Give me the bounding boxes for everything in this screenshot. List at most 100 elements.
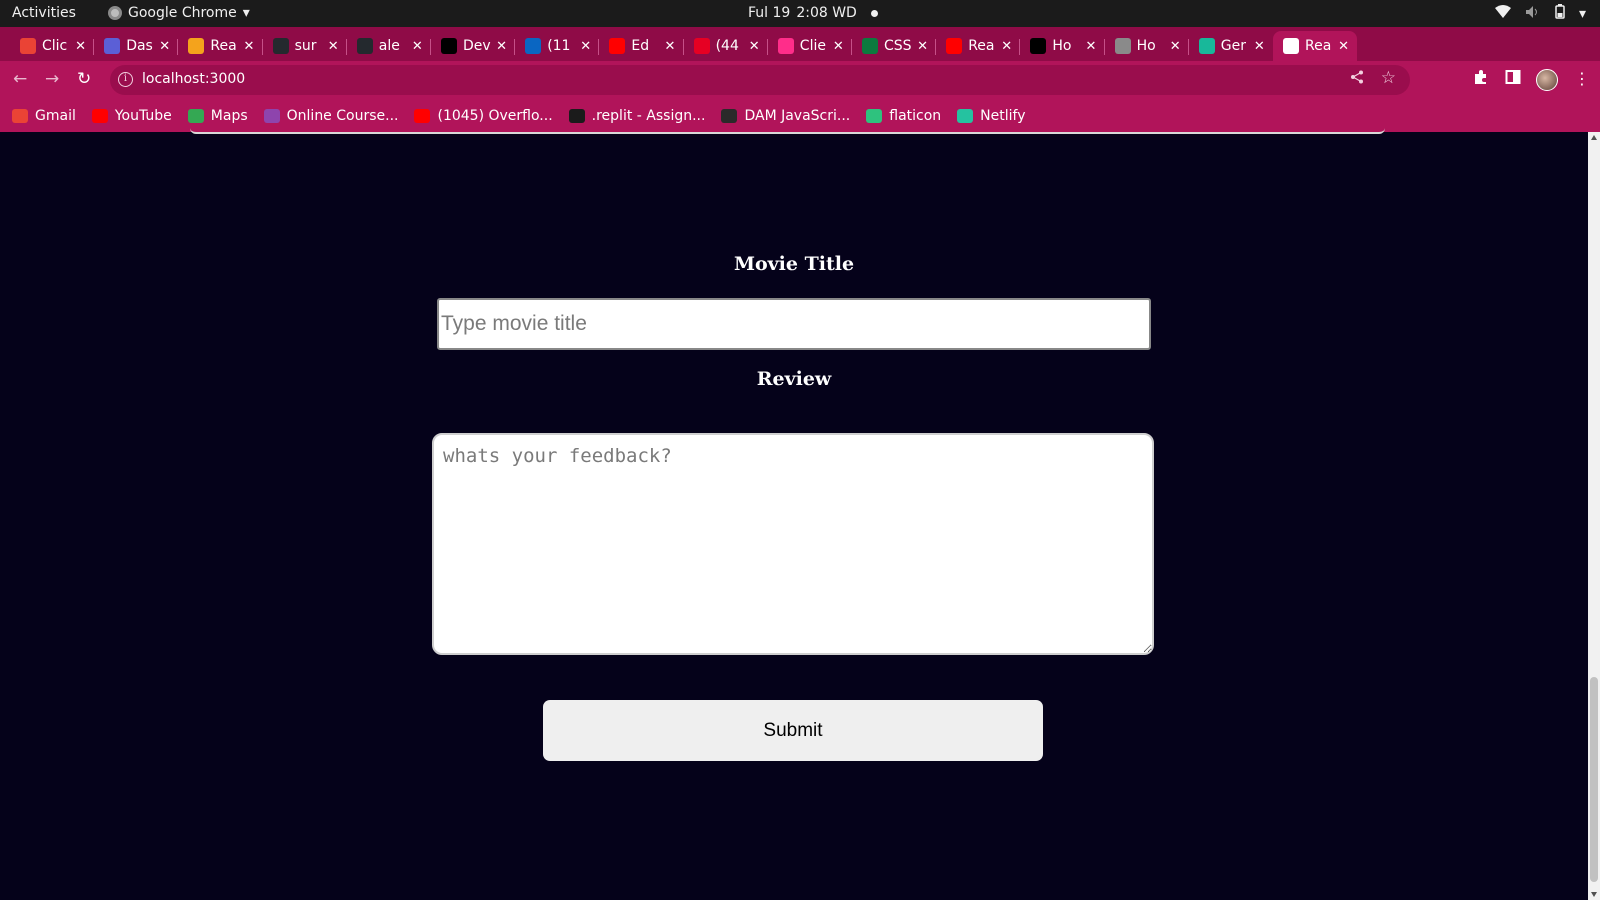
browser-tab[interactable]: Clic ✕ bbox=[10, 31, 94, 61]
bookmark-label: flaticon bbox=[889, 107, 942, 124]
tab-close-icon[interactable]: ✕ bbox=[1338, 39, 1349, 54]
browser-tab[interactable]: (44 ✕ bbox=[684, 31, 768, 61]
extensions-icon[interactable] bbox=[1473, 69, 1489, 89]
tab-close-icon[interactable]: ✕ bbox=[1170, 39, 1181, 54]
system-tray[interactable]: ▾ bbox=[1494, 4, 1586, 23]
tab-close-icon[interactable]: ✕ bbox=[1254, 39, 1265, 54]
profile-avatar[interactable] bbox=[1536, 69, 1558, 91]
tab-label: Ho bbox=[1136, 38, 1156, 54]
tab-label: (44 bbox=[715, 38, 739, 54]
tab-separator bbox=[1103, 39, 1105, 55]
tab-close-icon[interactable]: ✕ bbox=[917, 39, 928, 54]
review-textarea[interactable] bbox=[432, 433, 1154, 655]
system-menu-caret-icon: ▾ bbox=[1578, 5, 1586, 22]
bookmark-item[interactable]: Maps bbox=[187, 107, 248, 124]
tab-close-icon[interactable]: ✕ bbox=[328, 39, 339, 54]
scrollbar-thumb[interactable] bbox=[1590, 677, 1598, 882]
reload-icon[interactable]: ↻ bbox=[77, 69, 91, 89]
tab-close-icon[interactable]: ✕ bbox=[1085, 39, 1096, 54]
bookmark-item[interactable]: Gmail bbox=[12, 108, 76, 124]
menu-kebab-icon[interactable]: ⋮ bbox=[1574, 69, 1590, 88]
tab-close-icon[interactable]: ✕ bbox=[75, 39, 86, 54]
bookmark-label: Maps bbox=[210, 107, 248, 124]
app-menu[interactable]: Google Chrome ▾ bbox=[108, 5, 250, 21]
tab-label: (11 bbox=[547, 38, 571, 54]
tab-separator bbox=[93, 39, 95, 55]
site-info-icon[interactable]: i bbox=[118, 72, 133, 87]
tab-close-icon[interactable]: ✕ bbox=[664, 39, 675, 54]
browser-tab[interactable]: Dev ✕ bbox=[431, 31, 515, 61]
tab-separator bbox=[766, 39, 768, 55]
bookmark-item[interactable]: Online Course... bbox=[263, 107, 399, 124]
browser-tab[interactable]: ale ✕ bbox=[347, 31, 431, 61]
bookmark-item[interactable]: Netlify bbox=[957, 107, 1026, 124]
activities-button[interactable]: Activities bbox=[12, 5, 76, 21]
tab-close-icon[interactable]: ✕ bbox=[243, 39, 254, 54]
share-icon[interactable] bbox=[1350, 70, 1364, 88]
browser-tab[interactable]: Ho ✕ bbox=[1105, 31, 1189, 61]
scroll-up-icon[interactable] bbox=[1591, 135, 1597, 140]
browser-tab[interactable]: CSS ✕ bbox=[852, 31, 936, 61]
tab-label: Rea bbox=[968, 38, 995, 54]
tab-separator bbox=[1187, 39, 1189, 55]
tab-favicon-icon bbox=[188, 38, 205, 54]
bookmark-star-icon[interactable]: ☆ bbox=[1381, 68, 1396, 88]
previous-section-edge bbox=[190, 128, 1385, 134]
date-text: Ful 19 bbox=[748, 5, 791, 21]
url-text[interactable]: localhost:3000 bbox=[142, 71, 245, 87]
browser-tab[interactable]: Ed ✕ bbox=[599, 31, 683, 61]
tab-separator bbox=[430, 39, 431, 55]
browser-tab[interactable]: Ho ✕ bbox=[1020, 31, 1104, 61]
tab-favicon-icon bbox=[1114, 38, 1131, 54]
browser-tab[interactable]: (11 ✕ bbox=[515, 31, 599, 61]
tab-close-icon[interactable]: ✕ bbox=[412, 39, 423, 54]
bookmark-item[interactable]: DAM JavaScri... bbox=[721, 108, 850, 124]
chrome-icon bbox=[108, 6, 122, 20]
scroll-down-icon[interactable] bbox=[1591, 892, 1597, 897]
bookmark-label: (1045) Overflo... bbox=[437, 107, 553, 124]
tab-separator bbox=[682, 39, 684, 55]
tab-favicon-icon bbox=[1030, 38, 1047, 54]
browser-tab[interactable]: Rea ✕ bbox=[178, 31, 262, 61]
browser-tab[interactable]: sur ✕ bbox=[263, 31, 347, 61]
forward-icon[interactable]: → bbox=[45, 69, 59, 89]
tab-favicon-icon bbox=[609, 38, 626, 54]
bookmark-favicon-icon bbox=[263, 108, 280, 123]
tab-close-icon[interactable]: ✕ bbox=[580, 39, 591, 54]
tab-label: Clie bbox=[799, 38, 826, 54]
submit-button[interactable]: Submit bbox=[543, 700, 1043, 761]
tab-label: Ed bbox=[631, 38, 650, 54]
address-bar[interactable]: i localhost:3000 ☆ bbox=[110, 65, 1410, 95]
browser-tab[interactable]: Rea ✕ bbox=[936, 31, 1020, 61]
bookmark-item[interactable]: YouTube bbox=[91, 108, 172, 124]
browser-tab[interactable]: Rea ✕ bbox=[1273, 31, 1357, 61]
browser-tab[interactable]: Ger ✕ bbox=[1189, 31, 1273, 61]
tab-favicon-icon bbox=[1198, 38, 1215, 54]
tab-label: Ger bbox=[1220, 38, 1247, 54]
tab-favicon-icon bbox=[104, 38, 121, 54]
tab-close-icon[interactable]: ✕ bbox=[1001, 39, 1012, 54]
page-scrollbar[interactable] bbox=[1588, 132, 1600, 900]
browser-tab[interactable]: Clie ✕ bbox=[768, 31, 852, 61]
bookmark-item[interactable]: .replit - Assign... bbox=[568, 108, 705, 124]
back-icon[interactable]: ← bbox=[13, 69, 27, 89]
tab-close-icon[interactable]: ✕ bbox=[496, 39, 507, 54]
tab-close-icon[interactable]: ✕ bbox=[749, 39, 760, 54]
clock[interactable]: Ful 19 2:08 WD bbox=[748, 5, 878, 21]
bookmark-label: Online Course... bbox=[286, 107, 399, 124]
bookmark-item[interactable]: (1045) Overflo... bbox=[414, 107, 553, 124]
browser-tab[interactable]: Das ✕ bbox=[94, 31, 178, 61]
side-panel-icon[interactable] bbox=[1505, 69, 1521, 89]
tab-favicon-icon bbox=[1283, 38, 1299, 54]
tab-separator bbox=[177, 39, 179, 55]
tab-favicon-icon bbox=[441, 38, 457, 54]
tab-label: CSS bbox=[884, 38, 912, 54]
bookmark-item[interactable]: flaticon bbox=[866, 108, 941, 124]
tab-strip: Clic ✕ Das ✕ Rea ✕ sur ✕ ale ✕ Dev ✕ (11 ✕ Ed ✕ (44 ✕ Clie… bbox=[0, 27, 1600, 81]
movie-title-input[interactable] bbox=[437, 298, 1151, 350]
bookmark-label: Netlify bbox=[980, 107, 1026, 124]
tab-close-icon[interactable]: ✕ bbox=[159, 39, 170, 54]
time-text: 2:08 WD bbox=[796, 5, 857, 21]
tab-separator bbox=[261, 39, 263, 55]
tab-close-icon[interactable]: ✕ bbox=[833, 39, 844, 54]
